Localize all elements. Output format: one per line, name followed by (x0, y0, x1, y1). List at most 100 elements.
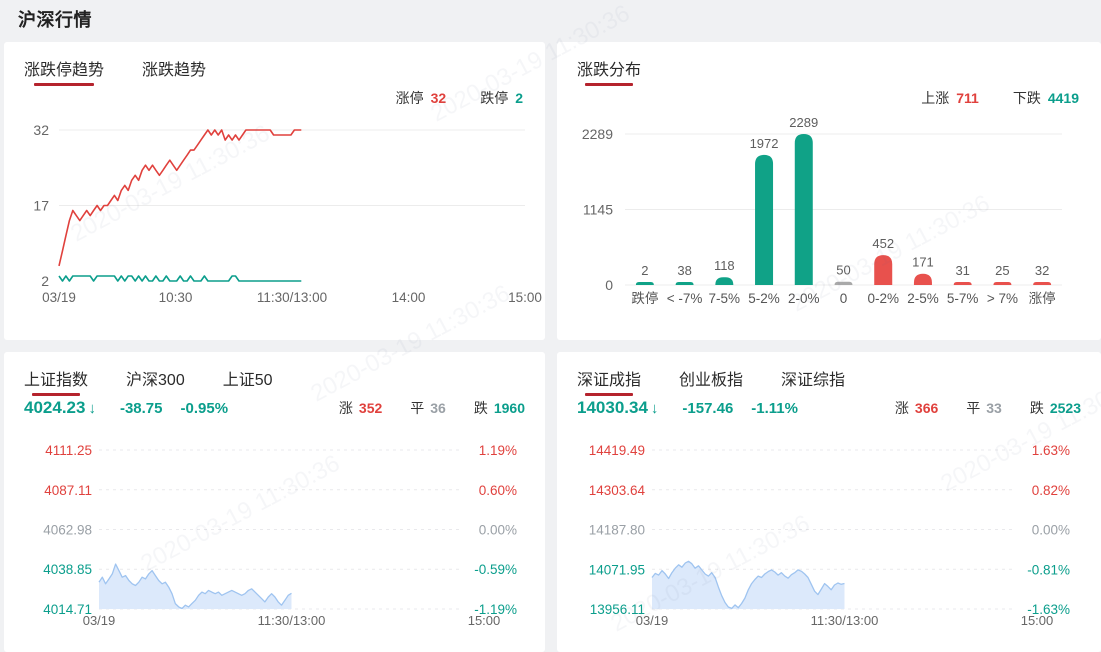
active-tab-underline (31, 393, 81, 396)
distribution-title: 涨跌分布 (577, 62, 642, 79)
distribution-legend: 上涨 711 下跌 4419 (557, 86, 1101, 110)
svg-text:< -7%: < -7% (667, 291, 703, 306)
stat-value: 36 (430, 400, 446, 416)
svg-text:118: 118 (714, 258, 735, 273)
bar-0 (635, 282, 654, 285)
legend-item: 涨停 32 (396, 88, 447, 108)
bar-4 (794, 134, 813, 285)
svg-text:2-5%: 2-5% (907, 291, 939, 306)
distribution-chart: 2289 1145 0 2 跌停 38 < -7% 118 7-5% 1972 5-2% 2289 2-… (582, 115, 1062, 306)
stat-item: 涨 352 (339, 398, 382, 418)
svg-text:1972: 1972 (750, 136, 779, 151)
svg-text:14071.95: 14071.95 (589, 562, 645, 577)
svg-text:4062.98: 4062.98 (43, 523, 92, 538)
svg-text:0.00%: 0.00% (1032, 523, 1070, 538)
limit-trend-chart: 32 17 203/19 10:30 11:30/13:00 14:00 15:00 (33, 122, 541, 305)
limit-trend-legend: 涨停 32 跌停 2 (4, 86, 545, 110)
sz-index-tab-1[interactable]: 创业板指 (679, 366, 743, 396)
bar-3 (755, 154, 774, 285)
svg-text:03/19: 03/19 (636, 613, 669, 628)
tab-label: 深证成指 (577, 372, 642, 389)
tab-label: 深证综指 (781, 372, 846, 389)
tab-label: 涨跌趋势 (142, 62, 207, 79)
tab-label: 创业板指 (679, 372, 744, 389)
limit-trend-tab-1[interactable]: 涨跌趋势 (142, 56, 206, 86)
svg-text:0.00%: 0.00% (479, 523, 517, 538)
tab-label: 沪深300 (126, 372, 185, 389)
panel-sz-index: 深证成指 创业板指 深证综指 14030.34 ↓ -157.46 -1.11% 涨… (557, 352, 1101, 652)
area-fill (652, 561, 845, 609)
sh-index-change: -38.75 (119, 400, 163, 417)
legend-value: 32 (430, 90, 447, 106)
svg-text:0.60%: 0.60% (479, 483, 517, 498)
svg-text:38: 38 (677, 263, 691, 278)
svg-text:> 7%: > 7% (987, 291, 1018, 306)
bar-6 (874, 255, 893, 285)
stat-value: 366 (914, 400, 939, 416)
svg-text:2289: 2289 (789, 115, 818, 130)
svg-text:5-7%: 5-7% (947, 291, 979, 306)
active-tab-underline (584, 83, 634, 86)
sh-index-quote: 4024.23 ↓ -38.75 -0.95% 涨 352 平 36 跌 1960 (4, 396, 545, 428)
sz-index-change: -157.46 (682, 400, 734, 417)
svg-text:0: 0 (840, 291, 848, 306)
sz-index-tab-2[interactable]: 深证综指 (781, 366, 845, 396)
stat-label: 平 (410, 400, 425, 416)
legend-value: 2 (515, 90, 523, 106)
panel-distribution: 涨跌分布 上涨 711 下跌 4419 2289 1145 0 2 跌停 38 < -7% 118 7… (557, 42, 1101, 340)
svg-text:4087.11: 4087.11 (44, 483, 92, 498)
sz-index-quote: 14030.34 ↓ -157.46 -1.11% 涨 366 平 33 跌 2523 (557, 396, 1101, 428)
stat-label: 涨 (338, 400, 353, 416)
legend-item: 下跌 4419 (1013, 88, 1079, 108)
svg-text:1145: 1145 (583, 201, 613, 217)
svg-text:-0.59%: -0.59% (474, 562, 517, 577)
svg-text:171: 171 (912, 255, 934, 270)
active-tab-underline (584, 393, 634, 396)
down-arrow-icon: ↓ (650, 400, 659, 417)
panel-limit-trend: 涨跌停趋势 涨跌趋势 涨停 32 跌停 2 32 17 2 03/19 10:30 11:30/1… (4, 42, 545, 340)
page-title: 沪深行情 (18, 10, 92, 30)
distribution-title-tab[interactable]: 涨跌分布 (577, 56, 641, 86)
svg-text:1.63%: 1.63% (1032, 443, 1070, 458)
limit-trend-tab-0[interactable]: 涨跌停趋势 (24, 56, 104, 86)
stat-value: 1960 (493, 400, 525, 416)
stat-item: 平 36 (410, 398, 446, 418)
sz-index-stats: 涨 366 平 33 跌 2523 (895, 398, 1081, 418)
svg-text:2-0%: 2-0% (788, 291, 820, 306)
active-tab-underline (33, 83, 95, 86)
svg-text:2289: 2289 (582, 126, 613, 142)
stat-label: 跌 (473, 400, 488, 416)
svg-text:1.19%: 1.19% (479, 443, 517, 458)
svg-text:32: 32 (1035, 263, 1049, 278)
svg-text:4111.25: 4111.25 (45, 443, 92, 458)
legend-item: 跌停 2 (480, 88, 523, 108)
svg-text:2: 2 (641, 263, 648, 278)
svg-text:15:00: 15:00 (1021, 613, 1054, 628)
sh-index-stats: 涨 352 平 36 跌 1960 (339, 398, 525, 418)
stat-label: 涨 (894, 400, 909, 416)
svg-text:10:30: 10:30 (159, 290, 193, 305)
svg-text:0.82%: 0.82% (1032, 483, 1070, 498)
tab-label: 上证50 (222, 372, 273, 389)
svg-text:17: 17 (33, 198, 49, 214)
legend-label: 跌停 (480, 90, 509, 106)
sh-index-price: 4024.23 (24, 398, 86, 417)
bar-8 (953, 282, 972, 285)
svg-text:14303.64: 14303.64 (589, 483, 646, 498)
svg-text:03/19: 03/19 (42, 290, 76, 305)
sh-index-tab-1[interactable]: 沪深300 (126, 366, 185, 396)
legend-item: 上涨 711 (921, 88, 979, 108)
stat-item: 跌 1960 (474, 398, 525, 418)
sh-index-tab-0[interactable]: 上证指数 (24, 366, 88, 396)
svg-text:0: 0 (605, 277, 613, 293)
svg-text:11:30/13:00: 11:30/13:00 (257, 290, 327, 305)
bar-10 (1033, 282, 1052, 285)
sz-index-tab-0[interactable]: 深证成指 (577, 366, 641, 396)
tab-label: 上证指数 (24, 372, 89, 389)
svg-text:25: 25 (995, 263, 1009, 278)
series-up (58, 129, 302, 267)
stat-label: 跌 (1029, 400, 1044, 416)
svg-text:2: 2 (41, 273, 49, 289)
sh-index-tab-2[interactable]: 上证50 (223, 366, 273, 396)
series-down (58, 275, 302, 282)
